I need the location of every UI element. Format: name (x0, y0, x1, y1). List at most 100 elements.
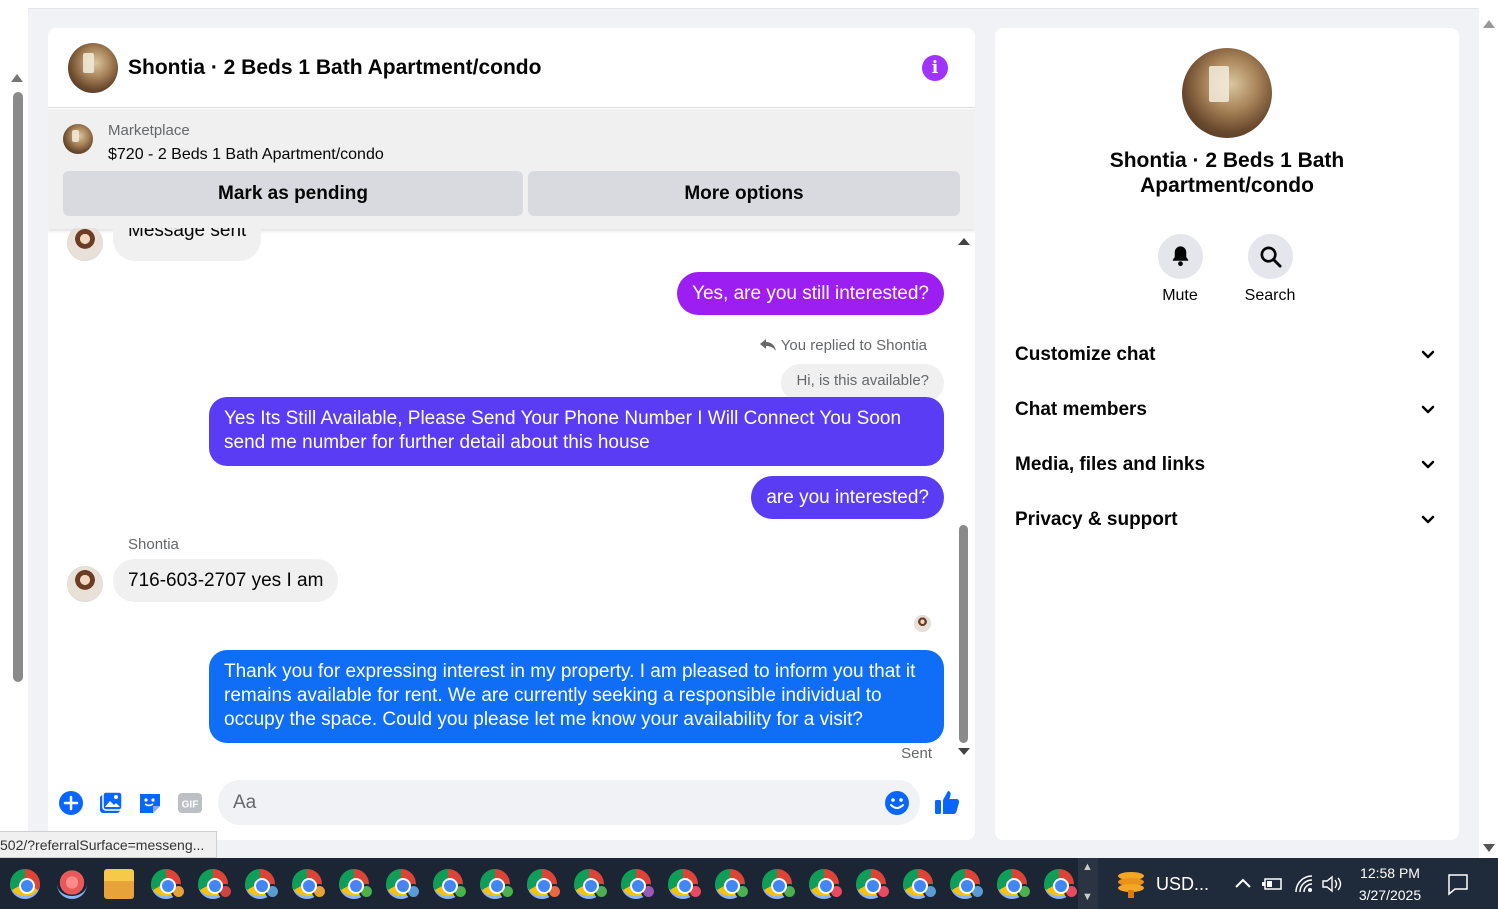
listing-avatar[interactable] (68, 43, 118, 93)
bell-icon[interactable] (1157, 234, 1203, 279)
chrome-window-icon[interactable] (715, 869, 750, 899)
chrome-window-icon[interactable] (527, 869, 562, 899)
message-bubble: Message sent (113, 228, 262, 261)
taskbar-clock[interactable]: 12:58 PM 3/27/2025 (1340, 862, 1440, 906)
profile-name: Shontia · 2 Beds 1 Bath Apartment/condo (995, 148, 1459, 198)
chrome-window-icon[interactable] (621, 869, 656, 899)
media-files-links-section[interactable]: Media, files and links (1015, 445, 1439, 485)
mute-button[interactable]: Mute (1140, 234, 1220, 305)
listing-title[interactable]: $720 - 2 Beds 1 Bath Apartment/condo (108, 146, 384, 164)
message-bubble: Yes Its Still Available, Please Send You… (209, 397, 944, 466)
chrome-window-icon[interactable] (856, 869, 891, 899)
message-list: Message sent Yes, are you still interest… (48, 228, 975, 773)
section-label: Customize chat (1015, 344, 1156, 365)
listing-thumbnail[interactable] (63, 124, 93, 154)
page-scrollbar-thumb[interactable] (13, 92, 23, 682)
customize-chat-section[interactable]: Customize chat (1015, 335, 1439, 375)
battery-icon[interactable] (1262, 876, 1284, 892)
message-bubble: Thank you for expressing interest in my … (209, 650, 944, 743)
currency-widget-text[interactable]: USD... (1156, 874, 1209, 895)
wifi-icon[interactable] (1294, 874, 1314, 894)
sticker-icon[interactable] (137, 790, 163, 816)
chrome-window-icon[interactable] (151, 869, 186, 899)
search-button[interactable]: Search (1230, 234, 1310, 305)
sender-name: Shontia (128, 536, 179, 553)
message-line: occupy the space. Could you please let m… (224, 709, 863, 730)
window-edge (1479, 0, 1498, 858)
profile-badge-icon (923, 884, 938, 899)
chrome-main-icon[interactable] (10, 869, 40, 899)
sender-avatar[interactable] (67, 228, 103, 261)
thumbs-up-icon[interactable] (933, 788, 961, 816)
chrome-window-icon[interactable] (668, 869, 703, 899)
reply-note-text: You replied to Shontia (780, 337, 927, 354)
profile-avatar[interactable] (1182, 48, 1272, 138)
profile-badge-icon (1017, 884, 1032, 899)
window-scroll-up-icon[interactable] (1483, 20, 1495, 28)
section-label: Privacy & support (1015, 509, 1178, 530)
chrome-window-icon[interactable] (809, 869, 844, 899)
chevron-down-icon (1421, 460, 1435, 469)
chrome-window-icon[interactable] (433, 869, 468, 899)
plus-icon[interactable] (58, 790, 84, 816)
chrome-window-icon[interactable] (574, 869, 609, 899)
chat-scrollbar-thumb[interactable] (959, 525, 968, 743)
chat-scroll-up-icon[interactable] (958, 238, 970, 245)
chrome-window-icon[interactable] (1044, 869, 1079, 899)
scroll-up-arrow-icon[interactable] (11, 74, 23, 82)
taskbar-scroll-down-icon[interactable]: ▼ (1082, 891, 1093, 903)
notifications-icon[interactable] (1446, 872, 1470, 896)
photo-icon[interactable] (98, 790, 124, 816)
chrome-window-icon[interactable] (339, 869, 374, 899)
chat-members-section[interactable]: Chat members (1015, 390, 1439, 430)
search-label: Search (1244, 287, 1296, 304)
profile-badge-icon (500, 884, 515, 899)
info-icon[interactable]: i (922, 55, 948, 81)
chrome-window-icon[interactable] (386, 869, 421, 899)
chat-scroll-down-icon[interactable] (958, 748, 970, 755)
message-line: Thank you for expressing interest in my … (224, 661, 916, 682)
chevron-down-icon (1421, 405, 1435, 414)
emoji-icon[interactable] (884, 790, 910, 816)
conversation-panel: Shontia · 2 Beds 1 Bath Apartment/condo … (48, 28, 975, 840)
message-bubble: 716-603-2707 yes I am (113, 559, 339, 602)
clock-time: 12:58 PM (1360, 865, 1420, 881)
profile-badge-icon (735, 884, 750, 899)
search-icon[interactable] (1247, 234, 1293, 279)
mark-as-pending-button[interactable]: Mark as pending (63, 171, 523, 216)
profile-badge-icon (688, 884, 703, 899)
chat-header: Shontia · 2 Beds 1 Bath Apartment/condo … (48, 28, 975, 108)
message-bubble: Yes, are you still interested? (677, 272, 944, 315)
chevron-down-icon (1421, 515, 1435, 524)
snipping-tool-icon[interactable] (57, 869, 87, 899)
message-line: send me number for further detail about … (224, 432, 650, 453)
chat-title[interactable]: Shontia · 2 Beds 1 Bath Apartment/condo (128, 56, 541, 80)
chrome-window-icon[interactable] (198, 869, 233, 899)
taskbar-scroll-up-icon[interactable]: ▲ (1082, 861, 1093, 873)
screen: Shontia · 2 Beds 1 Bath Apartment/condo … (0, 0, 1498, 909)
marketplace-label: Marketplace (108, 122, 190, 139)
privacy-support-section[interactable]: Privacy & support (1015, 500, 1439, 540)
profile-badge-icon (171, 884, 186, 899)
window-scroll-down-icon[interactable] (1483, 844, 1495, 852)
show-hidden-icons-icon[interactable] (1234, 876, 1252, 890)
chrome-window-icon[interactable] (245, 869, 280, 899)
message-input[interactable]: Aa (218, 780, 920, 825)
chat-scrollbar[interactable] (958, 236, 970, 761)
profile-badge-icon (312, 884, 327, 899)
chrome-window-icon[interactable] (762, 869, 797, 899)
browser-top-edge (28, 0, 1479, 9)
currency-widget-icon[interactable] (1115, 870, 1147, 898)
link-status-bar: 502/?referralSurface=messeng... (0, 831, 217, 858)
chrome-window-icon[interactable] (292, 869, 327, 899)
sender-avatar[interactable] (67, 566, 103, 602)
conversation-details-sidebar: Shontia · 2 Beds 1 Bath Apartment/condo … (995, 28, 1459, 840)
chrome-window-icon[interactable] (903, 869, 938, 899)
file-explorer-icon[interactable] (104, 869, 134, 899)
more-options-button[interactable]: More options (528, 171, 960, 216)
gif-icon[interactable]: GIF (177, 790, 203, 816)
composer-bar: GIF Aa (48, 773, 975, 840)
chrome-window-icon[interactable] (997, 869, 1032, 899)
chrome-window-icon[interactable] (480, 869, 515, 899)
chrome-window-icon[interactable] (950, 869, 985, 899)
